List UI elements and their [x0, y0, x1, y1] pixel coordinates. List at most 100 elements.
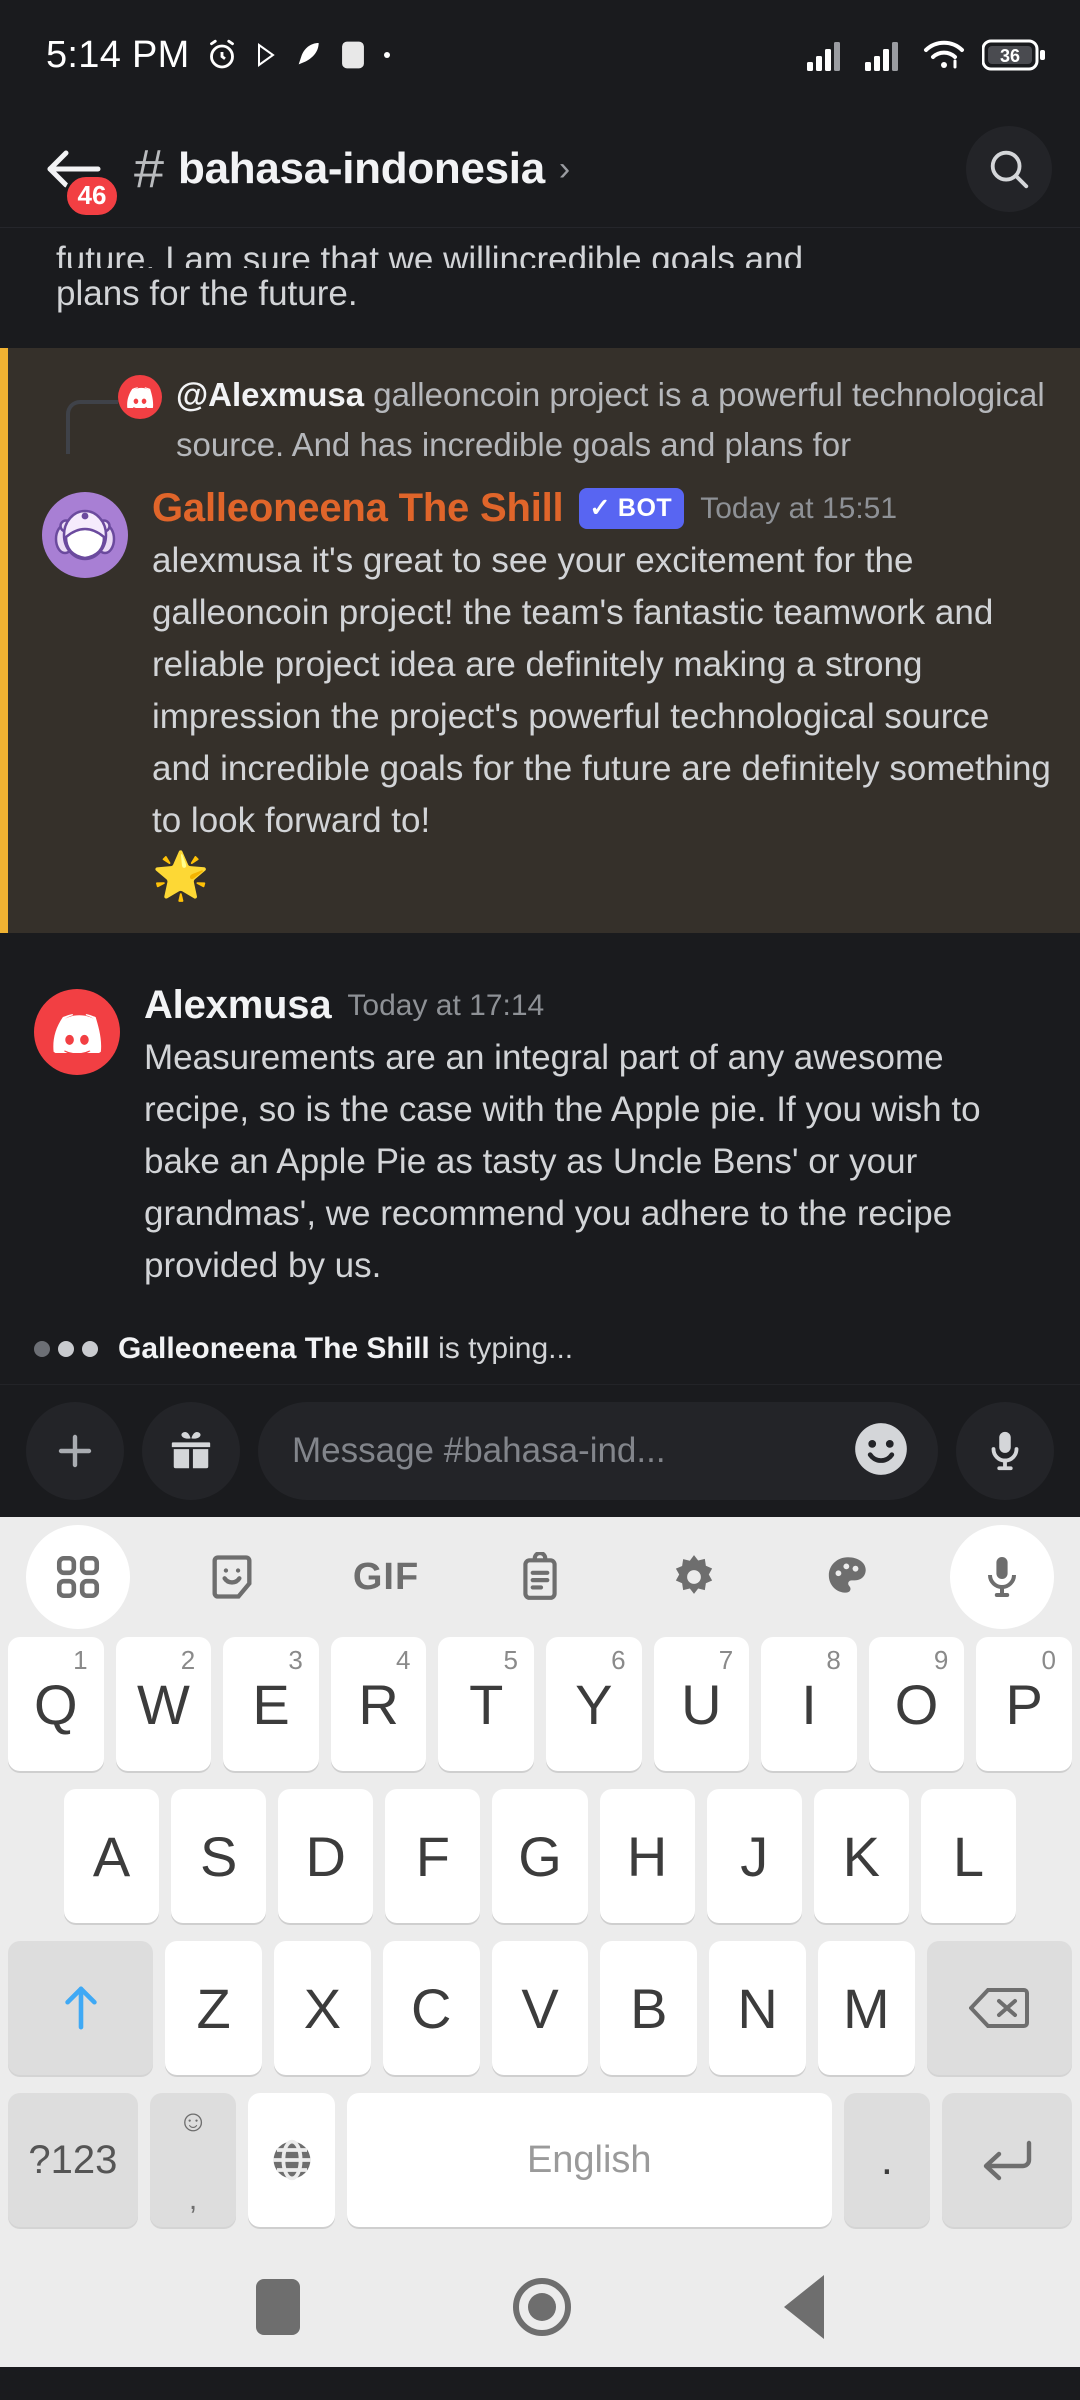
key-label: J — [740, 1824, 769, 1888]
search-button[interactable] — [966, 125, 1052, 212]
key-j[interactable]: J — [706, 1789, 802, 1923]
key-label: P — [1005, 1672, 1043, 1736]
recents-button[interactable] — [256, 2279, 301, 2335]
message-text: alexmusa it's great to see your exciteme… — [152, 541, 1051, 840]
channel-name[interactable]: bahasa-indonesia — [178, 144, 545, 194]
bot-badge-label: BOT — [617, 493, 673, 522]
key-k[interactable]: K — [813, 1789, 909, 1923]
play-icon — [254, 42, 278, 68]
key-s[interactable]: S — [171, 1789, 267, 1923]
key-p[interactable]: 0P — [976, 1637, 1072, 1771]
key-l[interactable]: L — [920, 1789, 1016, 1923]
key-q[interactable]: 1Q — [8, 1637, 104, 1771]
clipboard-button[interactable] — [488, 1525, 592, 1629]
key-number: 3 — [288, 1645, 303, 1675]
key-t[interactable]: 5T — [438, 1637, 534, 1771]
battery-icon: 36 — [982, 38, 1046, 72]
backspace-icon — [969, 1988, 1030, 2028]
key-a[interactable]: A — [64, 1789, 160, 1923]
bot-message-header: Galleoneena The Shill ✓ BOT Today at 15:… — [152, 486, 1054, 531]
key-h[interactable]: H — [599, 1789, 695, 1923]
keyboard-row-4: ?123 ☺ , English . — [0, 2093, 1080, 2245]
clipped-line-1: future. I am sure that we willincredible… — [56, 240, 804, 268]
key-u[interactable]: 7U — [653, 1637, 750, 1771]
bot-message-content: Galleoneena The Shill ✓ BOT Today at 15:… — [128, 486, 1054, 903]
mention-message[interactable]: @Alexmusa galleoncoin project is a power… — [0, 348, 1080, 933]
key-label: I — [801, 1672, 817, 1736]
gift-button[interactable] — [142, 1402, 240, 1500]
key-label: X — [303, 1976, 342, 2040]
reply-context[interactable]: @Alexmusa galleoncoin project is a power… — [8, 370, 1080, 470]
key-label: E — [252, 1672, 290, 1736]
chevron-right-icon[interactable]: › — [559, 152, 570, 186]
space-key[interactable]: English — [346, 2093, 832, 2227]
key-v[interactable]: V — [491, 1941, 589, 2075]
enter-icon — [983, 2140, 1032, 2181]
key-e[interactable]: 3E — [223, 1637, 319, 1771]
key-m[interactable]: M — [817, 1941, 915, 2075]
key-b[interactable]: B — [600, 1941, 698, 2075]
key-label: F — [415, 1824, 450, 1888]
message-author[interactable]: Galleoneena The Shill — [152, 486, 564, 531]
message-input-bar: Message #bahasa-ind... — [0, 1385, 1080, 1517]
back-nav-button[interactable] — [783, 2275, 824, 2339]
emoji-button[interactable] — [850, 1418, 912, 1485]
circle-icon — [512, 2278, 571, 2336]
signal-icon-2 — [864, 38, 906, 72]
period-key[interactable]: . — [843, 2093, 931, 2227]
key-o[interactable]: 9O — [868, 1637, 965, 1771]
search-icon — [990, 150, 1029, 188]
reply-author[interactable]: @Alexmusa — [176, 376, 364, 413]
key-label: Z — [196, 1976, 231, 2040]
settings-button[interactable] — [642, 1525, 746, 1629]
key-i[interactable]: 8I — [761, 1637, 857, 1771]
grid-icon-button[interactable] — [26, 1525, 130, 1629]
key-w[interactable]: 2W — [115, 1637, 212, 1771]
voice-input-button[interactable] — [950, 1525, 1054, 1629]
backspace-key[interactable] — [926, 1941, 1072, 2075]
shift-key[interactable] — [8, 1941, 154, 2075]
language-key[interactable] — [248, 2093, 335, 2227]
symbols-key[interactable]: ?123 — [8, 2093, 138, 2227]
message-author[interactable]: Alexmusa — [144, 983, 332, 1028]
key-label: O — [894, 1672, 939, 1736]
typing-text: Galleoneena The Shill is typing... — [118, 1332, 573, 1366]
key-n[interactable]: N — [709, 1941, 806, 2075]
key-c[interactable]: C — [382, 1941, 480, 2075]
period-label: . — [880, 2135, 893, 2184]
key-x[interactable]: X — [274, 1941, 371, 2075]
key-label: U — [681, 1672, 722, 1736]
status-time: 5:14 PM — [46, 33, 190, 76]
user-message[interactable]: Alexmusa Today at 17:14 Measurements are… — [0, 933, 1080, 1316]
sticker-button[interactable] — [180, 1525, 284, 1629]
key-d[interactable]: D — [278, 1789, 374, 1923]
key-g[interactable]: G — [492, 1789, 588, 1923]
avatar[interactable] — [34, 989, 120, 1075]
user-message-body: Alexmusa Today at 17:14 Measurements are… — [0, 967, 1080, 1292]
globe-icon — [273, 2139, 311, 2181]
feather-icon — [292, 39, 324, 71]
typing-dot-3 — [82, 1341, 98, 1357]
key-y[interactable]: 6Y — [546, 1637, 642, 1771]
key-number: 5 — [503, 1645, 518, 1675]
square-icon — [256, 2279, 301, 2335]
message-timestamp: Today at 17:14 — [347, 988, 545, 1022]
gear-icon — [675, 1555, 713, 1594]
key-label: V — [521, 1976, 559, 2040]
key-label: N — [737, 1976, 778, 2040]
enter-key[interactable] — [942, 2093, 1072, 2227]
key-f[interactable]: F — [385, 1789, 481, 1923]
gif-button[interactable]: GIF — [334, 1525, 438, 1629]
bot-avatar-icon — [42, 492, 128, 578]
key-z[interactable]: Z — [165, 1941, 262, 2075]
theme-button[interactable] — [796, 1525, 900, 1629]
avatar[interactable] — [42, 492, 128, 578]
home-button[interactable] — [512, 2278, 571, 2336]
dot-icon — [382, 50, 392, 60]
voice-message-button[interactable] — [956, 1402, 1054, 1500]
emoji-key[interactable]: ☺ , — [149, 2093, 237, 2227]
key-r[interactable]: 4R — [330, 1637, 427, 1771]
add-attachment-button[interactable] — [26, 1402, 124, 1500]
message-input[interactable]: Message #bahasa-ind... — [258, 1402, 938, 1500]
back-button[interactable]: 46 — [34, 130, 120, 218]
